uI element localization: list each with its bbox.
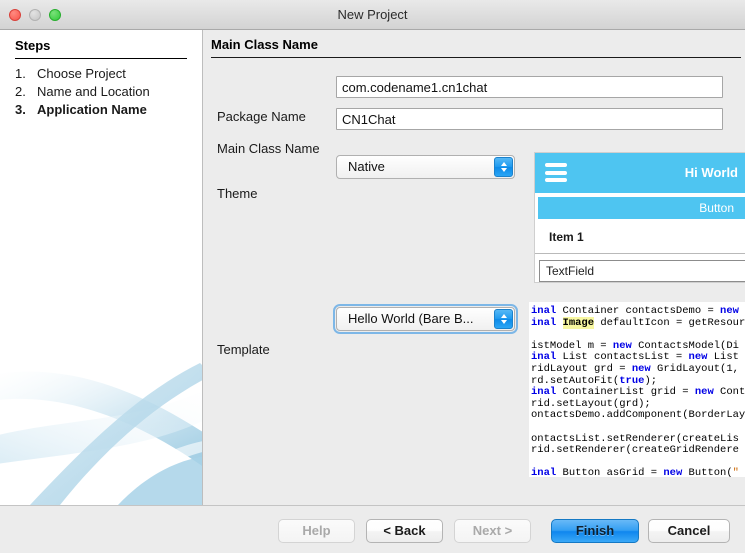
steps-list: 1. Choose Project 2. Name and Location 3…: [15, 65, 195, 119]
dialog-content: Steps 1. Choose Project 2. Name and Loca…: [0, 30, 745, 505]
template-label: Template: [217, 342, 270, 357]
code-line: inal Image defaultIcon = getResour: [531, 316, 745, 329]
window-title: New Project: [337, 7, 408, 22]
code-lines: inal Container contactsDemo = new inal I…: [529, 302, 745, 477]
theme-preview-item-label: Item 1: [549, 230, 584, 244]
back-button[interactable]: < Back: [366, 519, 443, 543]
main-class-name-label: Main Class Name: [217, 141, 320, 156]
theme-select-value: Native: [348, 159, 385, 174]
page-title: Main Class Name: [211, 37, 318, 52]
theme-preview: Hi World Button Item 1 TextField: [534, 152, 745, 283]
chevron-updown-icon[interactable]: [494, 309, 513, 329]
steps-heading: Steps: [15, 38, 51, 53]
finish-button[interactable]: Finish: [551, 519, 639, 543]
next-button[interactable]: Next >: [454, 519, 531, 543]
theme-select[interactable]: Native: [336, 155, 515, 179]
cancel-button[interactable]: Cancel: [648, 519, 730, 543]
step-item-name-and-location: 2. Name and Location: [15, 83, 195, 101]
main-panel: Main Class Name Package Name Main Class …: [203, 30, 745, 505]
template-code-preview: inal Container contactsDemo = new inal I…: [529, 302, 745, 477]
step-number: 2.: [15, 84, 26, 99]
theme-preview-textfield-label: TextField: [546, 264, 595, 278]
package-name-label: Package Name: [217, 109, 306, 124]
theme-preview-list-item: Item 1: [535, 223, 745, 254]
step-label: Application Name: [37, 102, 147, 117]
sidebar-watermark-graphic: [0, 345, 202, 505]
step-number: 3.: [15, 102, 26, 117]
window-titlebar: New Project: [0, 0, 745, 30]
theme-preview-button-label: Button: [699, 201, 734, 215]
new-project-dialog: New Project Steps 1. Choose Project 2. N…: [0, 0, 745, 553]
theme-preview-titlebar: Hi World: [535, 153, 745, 193]
step-label: Name and Location: [37, 84, 150, 99]
step-label: Choose Project: [37, 66, 126, 81]
code-line: inal Button asGrid = new Button(": [531, 467, 739, 477]
template-select-value: Hello World (Bare B...: [348, 311, 474, 326]
template-select[interactable]: Hello World (Bare B...: [333, 304, 518, 334]
step-number: 1.: [15, 66, 26, 81]
page-title-divider: [211, 57, 741, 58]
theme-preview-button: Button: [538, 197, 745, 219]
main-class-name-input[interactable]: [336, 108, 723, 130]
chevron-updown-icon[interactable]: [494, 157, 513, 177]
step-item-choose-project: 1. Choose Project: [15, 65, 195, 83]
theme-label: Theme: [217, 186, 258, 201]
code-line: rid.setRenderer(createGridRendere: [531, 444, 739, 457]
dialog-footer: Help < Back Next > Finish Cancel: [0, 505, 745, 553]
theme-preview-textfield: TextField: [539, 260, 745, 282]
help-button[interactable]: Help: [278, 519, 355, 543]
package-name-input[interactable]: [336, 76, 723, 98]
hamburger-menu-icon: [545, 163, 567, 182]
steps-divider: [15, 58, 187, 59]
theme-preview-title: Hi World: [684, 165, 738, 180]
code-line: ontactsDemo.addComponent(BorderLay: [531, 409, 745, 422]
step-item-application-name: 3. Application Name: [15, 101, 195, 119]
steps-sidebar: Steps 1. Choose Project 2. Name and Loca…: [0, 30, 203, 505]
